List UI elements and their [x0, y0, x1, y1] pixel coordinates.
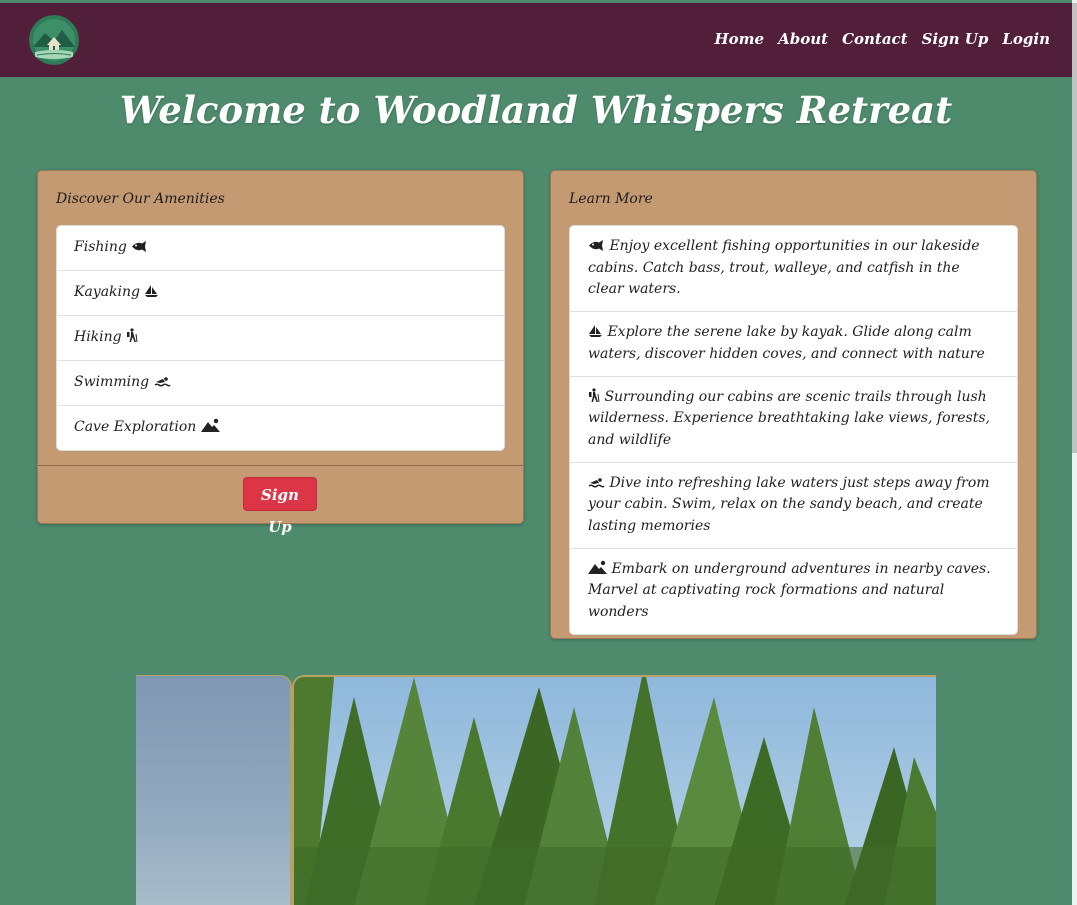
nav-home[interactable]: Home — [715, 30, 765, 48]
list-item: Explore the serene lake by kayak. Glide … — [570, 312, 1017, 377]
list-item: Kayaking — [57, 271, 504, 316]
list-item: Surrounding our cabins are scenic trails… — [570, 377, 1017, 463]
amenities-card-footer: Sign Up — [38, 465, 523, 536]
list-item: Dive into refreshing lake waters just st… — [570, 463, 1017, 549]
hiker-icon — [127, 328, 138, 343]
list-item: Fishing — [57, 226, 504, 271]
amenity-label: Kayaking — [74, 284, 141, 300]
logo[interactable] — [29, 15, 79, 65]
navbar: Home About Contact Sign Up Login — [0, 3, 1072, 77]
nav-contact[interactable]: Contact — [842, 30, 908, 48]
scrollbar[interactable] — [1072, 0, 1077, 905]
nav-links: Home About Contact Sign Up Login — [701, 30, 1051, 48]
list-item: Swimming — [57, 361, 504, 406]
learn-more-text: Enjoy excellent fishing opportunities in… — [588, 238, 980, 298]
learn-more-text: Dive into refreshing lake waters just st… — [588, 474, 990, 535]
fish-icon — [132, 241, 147, 252]
list-item: Enjoy excellent fishing opportunities in… — [570, 226, 1017, 313]
learn-more-text: Embark on underground adventures in near… — [588, 560, 991, 621]
list-item: Embark on underground adventures in near… — [570, 549, 1017, 634]
swimmer-icon — [154, 377, 171, 387]
amenities-list: Fishing Kayaking Hiking Swimming Cave Ex… — [56, 225, 505, 451]
learn-more-card: Learn More Enjoy excellent fishing oppor… — [550, 170, 1037, 639]
amenities-card: Discover Our Amenities Fishing Kayaking … — [37, 170, 524, 536]
photo-carousel[interactable] — [136, 675, 936, 905]
amenity-label: Fishing — [74, 239, 127, 255]
learn-more-text: Surrounding our cabins are scenic trails… — [588, 388, 990, 448]
carousel-photo-previous[interactable] — [136, 675, 292, 905]
page-title: Welcome to Woodland Whispers Retreat — [119, 88, 953, 132]
forest-image — [294, 677, 936, 905]
amenity-label: Swimming — [74, 374, 150, 390]
amenities-card-header: Discover Our Amenities — [56, 191, 225, 207]
mountain-sun-icon — [588, 560, 607, 574]
sailboat-icon — [145, 285, 159, 297]
amenity-label: Hiking — [74, 329, 122, 345]
nav-about[interactable]: About — [778, 30, 828, 48]
sign-up-button[interactable]: Sign Up — [243, 477, 317, 536]
nav-login[interactable]: Login — [1002, 30, 1050, 48]
fish-icon — [589, 240, 603, 251]
list-item: Cave Exploration — [57, 406, 504, 450]
hiker-icon — [589, 387, 600, 402]
scrollbar-thumb[interactable] — [1072, 3, 1077, 453]
nav-sign-up[interactable]: Sign Up — [922, 30, 989, 48]
learn-more-text: Explore the serene lake by kayak. Glide … — [588, 324, 985, 362]
cabin-logo-icon — [29, 15, 79, 65]
swimmer-icon — [588, 477, 605, 488]
amenity-label: Cave Exploration — [74, 419, 197, 435]
carousel-photo-forest[interactable] — [292, 675, 936, 905]
mountain-sun-icon — [200, 418, 220, 432]
sailboat-icon — [589, 325, 602, 338]
learn-more-card-header: Learn More — [569, 191, 653, 207]
list-item: Hiking — [57, 316, 504, 361]
learn-more-list: Enjoy excellent fishing opportunities in… — [569, 225, 1018, 635]
